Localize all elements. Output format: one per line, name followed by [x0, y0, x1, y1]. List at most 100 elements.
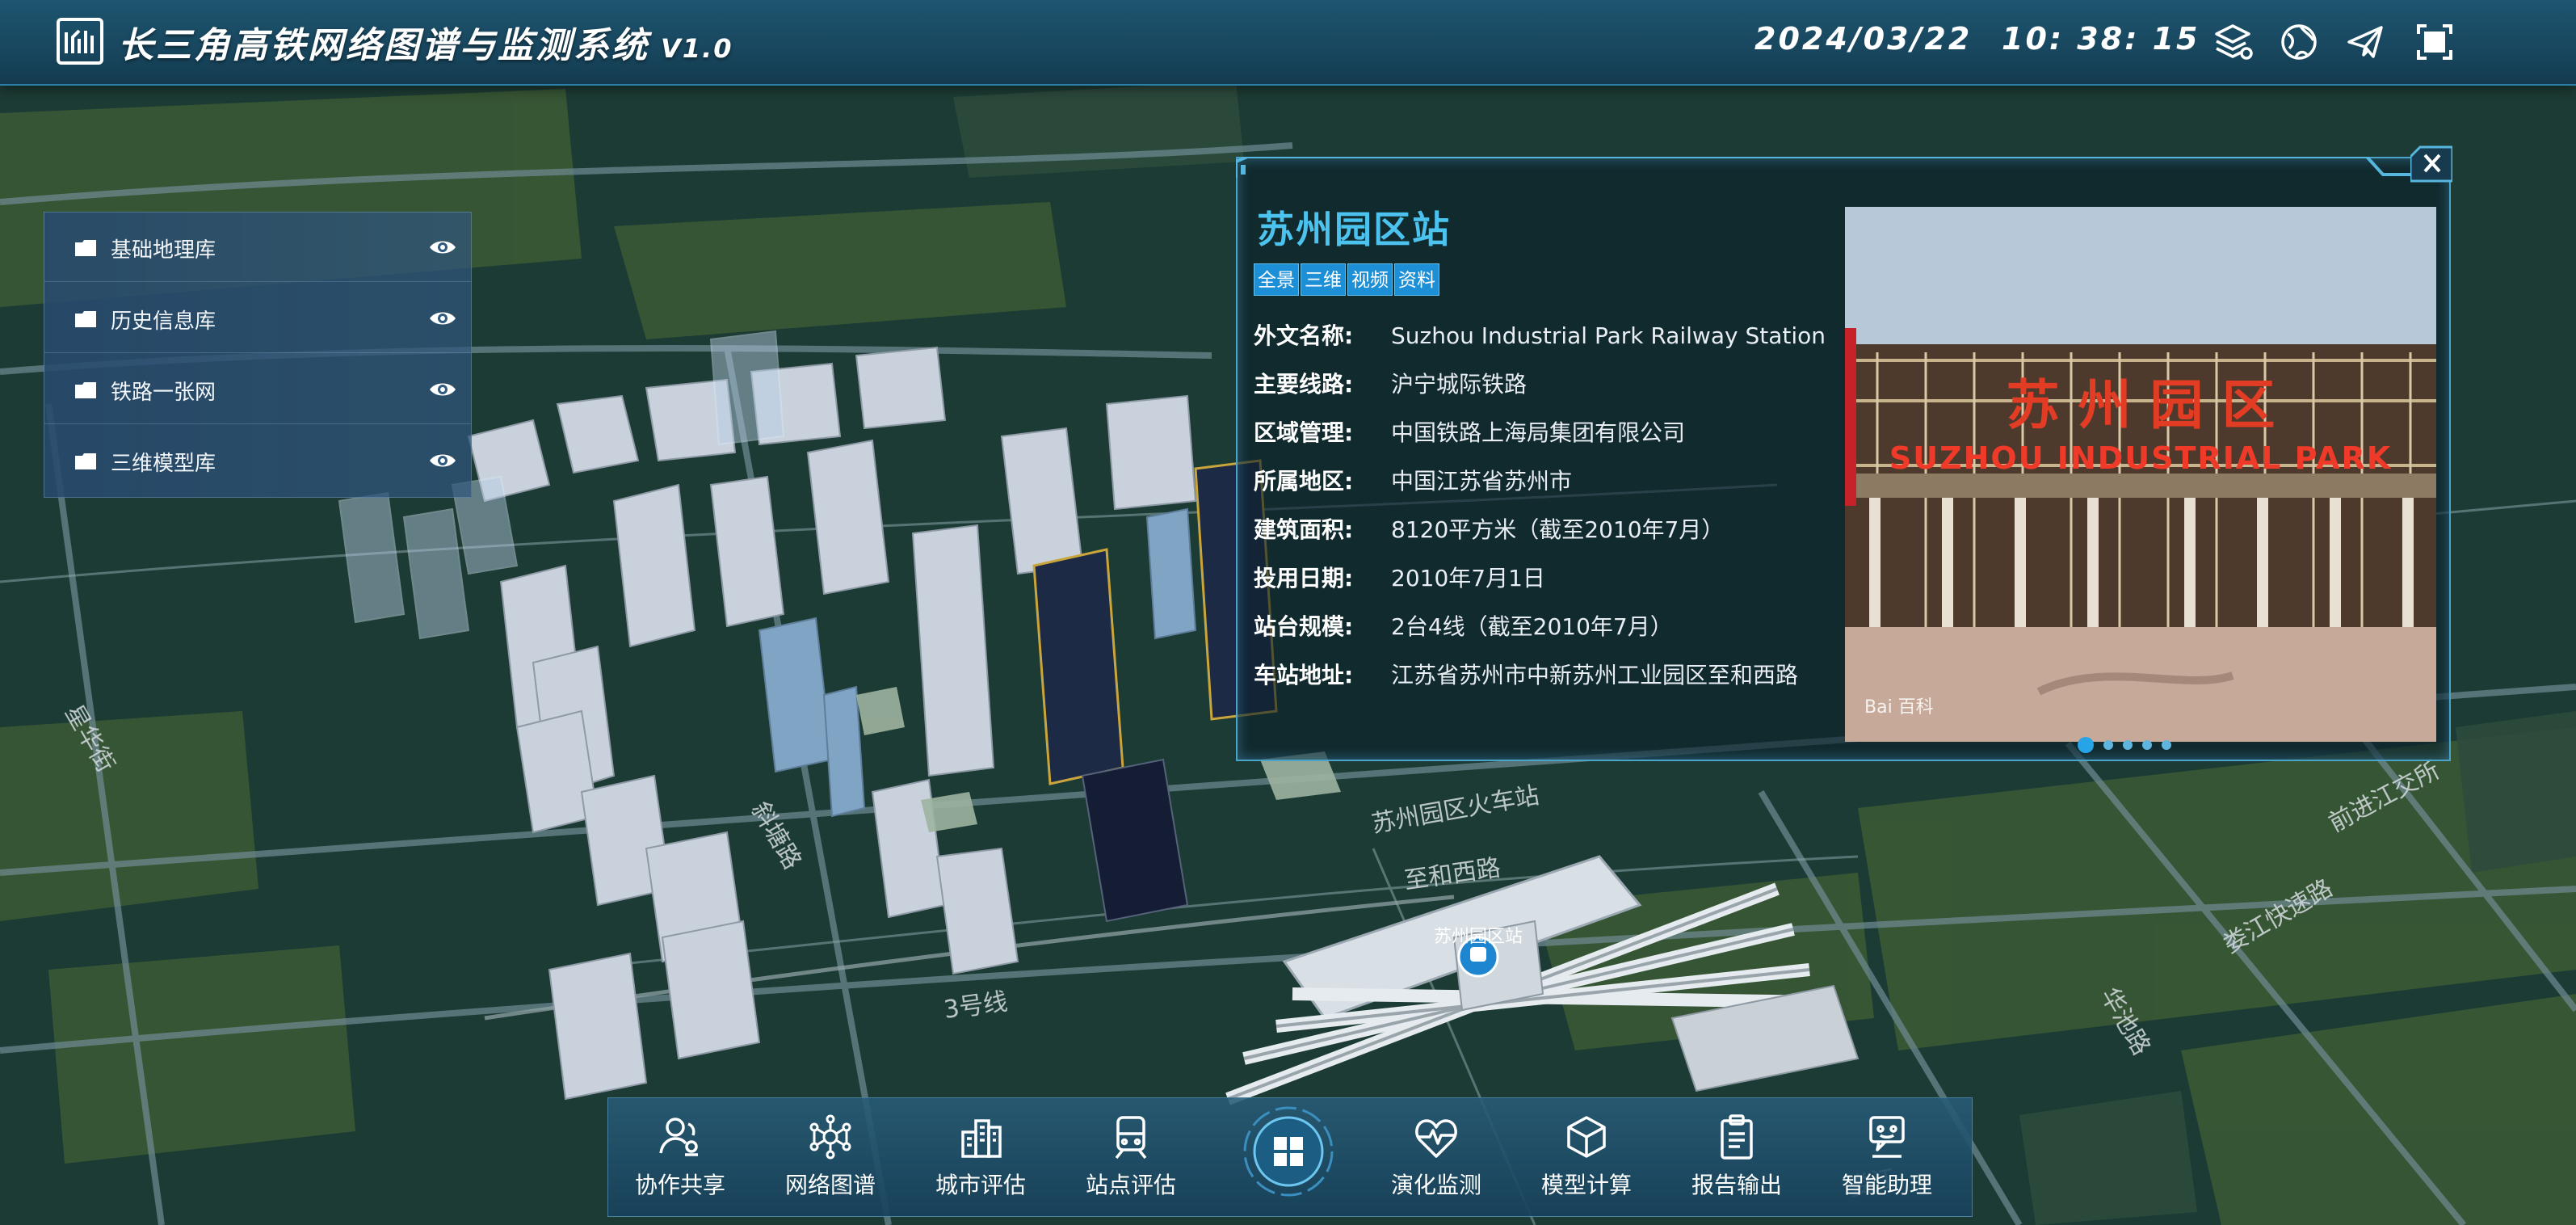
- users-icon: [659, 1118, 698, 1156]
- eye-icon[interactable]: [429, 381, 456, 398]
- info-value: 8120平方米（截至2010年7月）: [1391, 516, 1725, 543]
- station-photo[interactable]: 苏 州 园 区 SUZHOU INDUSTRIAL PARK Bai 百科: [1845, 207, 2436, 742]
- tool-report-output[interactable]: 报告输出: [1668, 1113, 1805, 1210]
- info-row-address: 车站地址: 江苏省苏州市中新苏州工业园区至和西路: [1254, 658, 1798, 690]
- layer-item-basic-geography[interactable]: 基础地理库: [44, 213, 471, 282]
- tool-evolution-monitoring[interactable]: 演化监测: [1368, 1113, 1505, 1210]
- cube-icon: [1567, 1116, 1606, 1158]
- network-icon: [809, 1114, 851, 1160]
- station-info-popup: 苏州园区站 全景 三维 视频 资料 外文名称: Suzhou Industrial…: [1236, 145, 2454, 761]
- tab-video[interactable]: 视频: [1347, 263, 1393, 296]
- app-version: V1.0: [661, 33, 733, 64]
- tool-collaboration-share[interactable]: 协作共享: [611, 1113, 749, 1210]
- eye-icon[interactable]: [429, 238, 456, 256]
- info-label: 建筑面积:: [1254, 516, 1354, 543]
- info-row-main-line: 主要线路: 沪宁城际铁路: [1254, 367, 1527, 399]
- info-value: 2010年7月1日: [1391, 565, 1545, 591]
- info-row-floor-area: 建筑面积: 8120平方米（截至2010年7月）: [1254, 512, 1724, 545]
- header-time: 10: 38: 15: [2002, 21, 2200, 57]
- close-button[interactable]: [2409, 145, 2454, 183]
- photo-watermark: Bai 百科: [1864, 697, 1934, 718]
- info-label: 所属地区:: [1254, 468, 1354, 495]
- photo-sign-chinese: 苏 州 园 区: [2007, 374, 2276, 436]
- tool-label: 网络图谱: [784, 1172, 876, 1198]
- train-icon: [1115, 1116, 1147, 1160]
- carousel-dot[interactable]: [2162, 740, 2171, 750]
- carousel-dot[interactable]: [2103, 740, 2113, 750]
- tool-label: 报告输出: [1691, 1172, 1782, 1198]
- tab-panorama[interactable]: 全景: [1254, 263, 1299, 296]
- tool-label: 模型计算: [1540, 1172, 1632, 1198]
- info-row-region: 所属地区: 中国江苏省苏州市: [1254, 464, 1572, 496]
- tool-intelligent-assistant[interactable]: 智能助理: [1818, 1113, 1956, 1210]
- tool-label: 演化监测: [1390, 1172, 1481, 1198]
- send-icon[interactable]: [2343, 19, 2388, 65]
- media-tabs: 全景 三维 视频 资料: [1254, 263, 1441, 296]
- carousel-dot[interactable]: [2078, 737, 2094, 753]
- info-value: Suzhou Industrial Park Railway Station: [1391, 322, 1826, 349]
- layer-panel: 基础地理库 历史信息库 铁路一张网 三维模型库: [44, 212, 472, 498]
- info-value: 中国江苏省苏州市: [1391, 468, 1573, 495]
- tool-label: 智能助理: [1841, 1172, 1932, 1198]
- info-row-platform-scale: 站台规模: 2台4线（截至2010年7月）: [1254, 609, 1673, 642]
- folder-icon: [75, 453, 96, 469]
- buildings-icon: [961, 1119, 1002, 1158]
- tool-label: 协作共享: [634, 1172, 725, 1198]
- app-logo-icon: [57, 18, 103, 65]
- layer-label: 三维模型库: [111, 452, 216, 476]
- app-title: 长三角高铁网络图谱与监测系统 V1.0: [118, 16, 733, 68]
- info-label: 外文名称:: [1254, 322, 1354, 349]
- layer-label: 历史信息库: [111, 309, 216, 334]
- popup-frame-decoration: [1236, 157, 2451, 178]
- header-date: 2024/03/22: [1754, 21, 1973, 57]
- info-value: 中国铁路上海局集团有限公司: [1391, 419, 1686, 446]
- tool-network-graph[interactable]: 网络图谱: [762, 1113, 899, 1210]
- info-label: 站台规模:: [1254, 613, 1354, 640]
- layers-icon[interactable]: [2210, 19, 2255, 65]
- monitor-icon: [1415, 1119, 1457, 1158]
- app-title-text: 长三角高铁网络图谱与监测系统: [118, 25, 649, 66]
- globe-icon[interactable]: [2276, 19, 2322, 65]
- tool-label: 站点评估: [1085, 1172, 1176, 1198]
- tool-label: 城市评估: [935, 1172, 1026, 1198]
- folder-icon: [75, 240, 96, 256]
- carousel-dot[interactable]: [2142, 740, 2152, 750]
- layer-item-history[interactable]: 历史信息库: [44, 284, 471, 353]
- layer-label: 铁路一张网: [111, 381, 216, 405]
- info-row-english-name: 外文名称: Suzhou Industrial Park Railway Stat…: [1254, 318, 1826, 351]
- tool-model-calculation[interactable]: 模型计算: [1518, 1113, 1655, 1210]
- close-icon[interactable]: [2409, 145, 2454, 183]
- tab-3d[interactable]: 三维: [1301, 263, 1346, 296]
- tab-documents[interactable]: 资料: [1394, 263, 1439, 296]
- eye-icon[interactable]: [429, 309, 456, 327]
- info-value: 沪宁城际铁路: [1391, 371, 1528, 398]
- eye-icon[interactable]: [429, 452, 456, 469]
- app-header: 长三角高铁网络图谱与监测系统 V1.0 2024/03/22 10: 38: 15: [0, 0, 2576, 86]
- layer-item-railway-network[interactable]: 铁路一张网: [44, 355, 471, 424]
- tool-station-evaluation[interactable]: 站点评估: [1062, 1113, 1200, 1210]
- info-row-open-date: 投用日期: 2010年7月1日: [1254, 561, 1545, 593]
- layer-label: 基础地理库: [111, 238, 216, 263]
- folder-icon: [75, 311, 96, 327]
- folder-icon: [75, 382, 96, 398]
- info-row-management: 区域管理: 中国铁路上海局集团有限公司: [1254, 415, 1685, 448]
- assistant-icon: [1869, 1116, 1905, 1158]
- tool-city-evaluation[interactable]: 城市评估: [912, 1113, 1049, 1210]
- layer-item-3d-model[interactable]: 三维模型库: [44, 426, 471, 495]
- station-marker-label[interactable]: 苏州园区站: [1434, 927, 1523, 947]
- info-value: 江苏省苏州市中新苏州工业园区至和西路: [1391, 662, 1799, 688]
- info-label: 区域管理:: [1254, 419, 1354, 446]
- photo-carousel-dots: [2078, 737, 2181, 753]
- bottom-toolbar: 协作共享 网络图谱 城市评估 站点评估 演化监测 模型计算 报告输出 智能助理: [607, 1097, 1973, 1217]
- report-icon: [1721, 1114, 1753, 1160]
- photo-sign-english: SUZHOU INDUSTRIAL PARK: [1889, 440, 2392, 476]
- info-label: 主要线路:: [1254, 371, 1354, 398]
- fullscreen-icon[interactable]: [2412, 19, 2457, 65]
- station-name: 苏州园区站: [1257, 208, 1451, 251]
- home-menu-button[interactable]: [1242, 1105, 1335, 1198]
- info-label: 车站地址:: [1254, 662, 1354, 688]
- grid-home-icon: [1243, 1106, 1334, 1197]
- info-value: 2台4线（截至2010年7月）: [1391, 613, 1673, 640]
- info-label: 投用日期:: [1254, 565, 1354, 591]
- carousel-dot[interactable]: [2123, 740, 2133, 750]
